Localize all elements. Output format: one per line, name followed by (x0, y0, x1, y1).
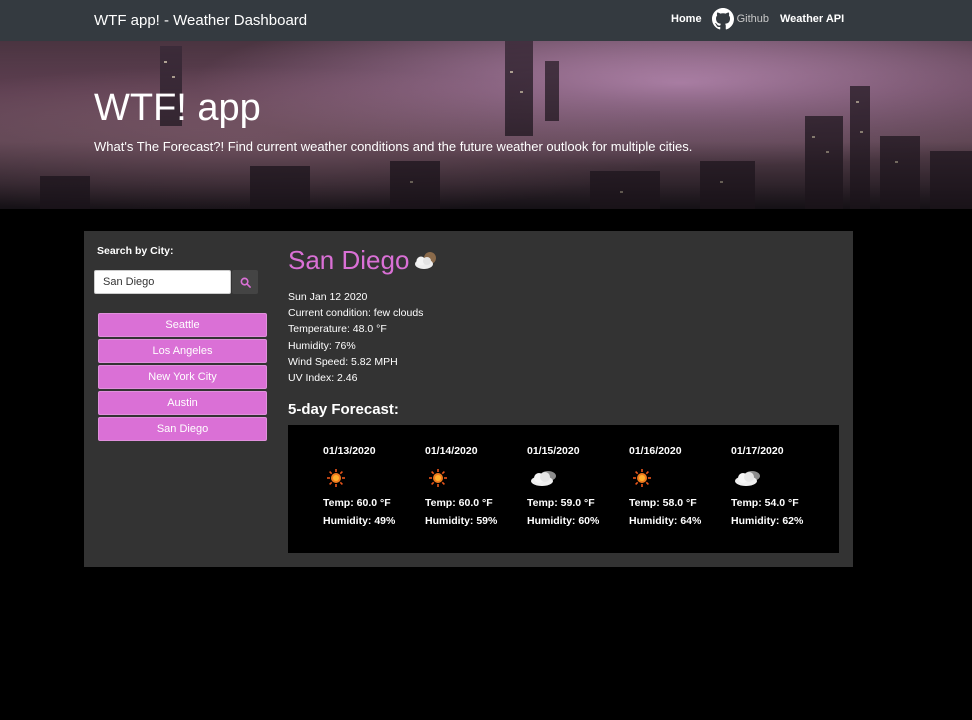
forecast-temp: Temp: 58.0 °F (629, 497, 697, 509)
hero-banner: WTF! app What's The Forecast?! Find curr… (0, 41, 972, 209)
current-temperature: Temperature: 48.0 °F (288, 323, 387, 336)
current-uv-index: UV Index: 2.46 (288, 372, 358, 385)
forecast-temp: Temp: 54.0 °F (731, 497, 799, 509)
cloud-icon (735, 471, 760, 486)
sun-icon (327, 469, 345, 487)
forecast-date: 01/13/2020 (323, 445, 376, 457)
navbar-brand[interactable]: WTF app! - Weather Dashboard (94, 12, 307, 29)
current-wind-speed: Wind Speed: 5.82 MPH (288, 355, 398, 368)
navbar: WTF app! - Weather Dashboard Home Github… (0, 0, 972, 41)
current-city-heading: San Diego (288, 245, 440, 276)
current-condition: Current condition: few clouds (288, 307, 424, 320)
hero-subtitle: What's The Forecast?! Find current weath… (94, 139, 693, 154)
city-button-new-york-city[interactable]: New York City (98, 365, 267, 389)
current-date: Sun Jan 12 2020 (288, 291, 368, 303)
forecast-humidity: Humidity: 49% (323, 515, 396, 527)
city-button-seattle[interactable]: Seattle (98, 313, 267, 337)
forecast-date: 01/14/2020 (425, 445, 478, 457)
search-icon (240, 277, 251, 288)
current-weather-panel: San Diego Sun Jan 12 2020 Current condit… (288, 231, 853, 567)
forecast-heading: 5-day Forecast: (288, 401, 399, 418)
city-button-san-diego[interactable]: San Diego (98, 417, 267, 441)
forecast-humidity: Humidity: 59% (425, 515, 498, 527)
forecast-panel: 01/13/2020 Temp: 60.0 °F Humidity: 49% 0… (288, 425, 839, 553)
weather-dashboard: Search by City: Seattle Los Angeles New … (84, 231, 853, 567)
forecast-date: 01/15/2020 (527, 445, 580, 457)
hero-title: WTF! app (94, 87, 261, 129)
nav-home-link[interactable]: Home (671, 13, 702, 25)
github-icon (711, 8, 734, 30)
few-clouds-night-icon (415, 251, 437, 269)
forecast-date: 01/17/2020 (731, 445, 784, 457)
forecast-humidity: Humidity: 64% (629, 515, 702, 527)
current-humidity: Humidity: 76% (288, 339, 356, 352)
forecast-temp: Temp: 60.0 °F (323, 497, 391, 509)
sun-icon (633, 469, 651, 487)
nav-links: Home Github Weather API (671, 8, 844, 30)
search-label: Search by City: (97, 245, 174, 257)
forecast-humidity: Humidity: 60% (527, 515, 600, 527)
city-search-input[interactable] (94, 270, 231, 294)
city-button-los-angeles[interactable]: Los Angeles (98, 339, 267, 363)
search-button[interactable] (232, 270, 258, 294)
current-weather-details: Sun Jan 12 2020 Current condition: few c… (288, 289, 423, 386)
cloud-icon (531, 471, 556, 486)
search-sidebar: Search by City: Seattle Los Angeles New … (84, 231, 276, 567)
city-history-list: Seattle Los Angeles New York City Austin… (98, 313, 267, 443)
nav-github-link[interactable]: Github (711, 8, 769, 30)
forecast-temp: Temp: 60.0 °F (425, 497, 493, 509)
nav-weather-api-link[interactable]: Weather API (780, 13, 844, 25)
forecast-temp: Temp: 59.0 °F (527, 497, 595, 509)
forecast-humidity: Humidity: 62% (731, 515, 804, 527)
current-city-name: San Diego (288, 245, 410, 275)
sun-icon (429, 469, 447, 487)
nav-github-label: Github (736, 13, 769, 25)
city-button-austin[interactable]: Austin (98, 391, 267, 415)
forecast-date: 01/16/2020 (629, 445, 682, 457)
